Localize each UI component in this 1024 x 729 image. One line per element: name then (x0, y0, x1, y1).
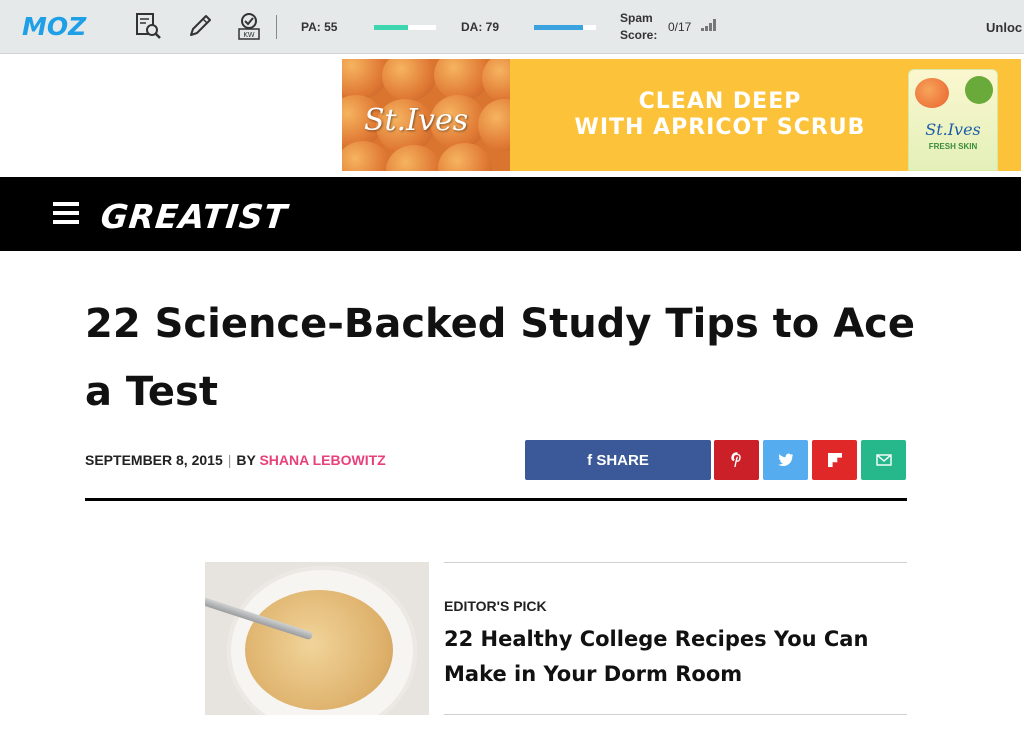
flipboard-share-button[interactable] (812, 440, 857, 480)
twitter-share-button[interactable] (763, 440, 808, 480)
ad-headline-line1: CLEAN DEEP (638, 89, 802, 114)
ad-banner[interactable]: St.Ives CLEAN DEEP WITH APRICOT SCRUB St… (342, 59, 1021, 171)
pinterest-share-button[interactable] (714, 440, 759, 480)
ad-brand-logo: St.Ives (364, 103, 469, 138)
mac-and-cheese-graphic (245, 590, 393, 710)
svg-text:KW: KW (243, 31, 254, 39)
domain-authority-bar (534, 25, 596, 30)
greatist-logo[interactable]: GREATIST (99, 197, 290, 236)
header-divider (85, 498, 907, 501)
domain-authority-label: DA: 79 (461, 20, 500, 34)
keyword-difficulty-icon[interactable]: KW (232, 9, 266, 43)
page-authority-label: PA: 55 (301, 20, 338, 34)
unlock-link[interactable]: Unloc (986, 20, 1022, 35)
article-date: SEPTEMBER 8, 2015 (85, 452, 223, 468)
spam-score-value: 0/17 (668, 20, 692, 34)
editors-pick-image[interactable] (205, 562, 429, 715)
ad-apricot-image: St.Ives (342, 59, 510, 171)
author-link[interactable]: SHANA LEBOWITZ (259, 452, 385, 468)
hamburger-menu-icon[interactable] (53, 202, 79, 224)
article-title: 22 Science-Backed Study Tips to Ace a Te… (85, 301, 915, 415)
article-byline: SEPTEMBER 8, 2015 | BY SHANA LEBOWITZ (85, 452, 386, 468)
tube-apricot-graphic (915, 78, 949, 108)
spam-label-line1: Spam (620, 11, 653, 25)
tube-subtitle: FRESH SKIN (928, 142, 978, 151)
toolbar-divider (276, 15, 277, 39)
moz-toolbar: MOZ KW PA: 55 DA: 79 Spam Score: 0/17 Un… (0, 0, 1024, 54)
email-share-button[interactable] (861, 440, 906, 480)
pinterest-icon (730, 452, 741, 468)
editors-pick-label: EDITOR'S PICK (444, 598, 547, 614)
ad-headline-line2: WITH APRICOT SCRUB (574, 115, 866, 140)
page-authority-bar (374, 25, 436, 30)
page-authority-fill (374, 25, 409, 30)
editors-pick-title-link[interactable]: 22 Healthy College Recipes You Can Make … (444, 622, 904, 692)
flipboard-icon (827, 453, 842, 467)
site-header: GREATIST (0, 177, 1021, 251)
editors-pick-top-border (444, 562, 907, 563)
email-icon (875, 454, 892, 466)
facebook-share-button[interactable]: f SHARE (525, 440, 711, 480)
domain-authority-fill (534, 25, 583, 30)
ad-product-tube: St.Ives FRESH SKIN (908, 69, 998, 171)
byline-by: BY (236, 452, 256, 468)
spam-score-bars-icon (701, 19, 716, 31)
ad-headline: CLEAN DEEP WITH APRICOT SCRUB (560, 89, 880, 141)
tube-badge (965, 76, 993, 104)
tube-brand: St.Ives (925, 120, 981, 139)
spam-score-label: Spam Score: (620, 10, 657, 44)
editors-pick-bottom-border (444, 714, 907, 715)
moz-logo[interactable]: MOZ (22, 12, 86, 41)
spam-label-line2: Score: (620, 28, 658, 42)
twitter-icon (777, 453, 793, 466)
highlight-pencil-icon[interactable] (183, 9, 217, 43)
page-analysis-icon[interactable] (131, 9, 165, 43)
